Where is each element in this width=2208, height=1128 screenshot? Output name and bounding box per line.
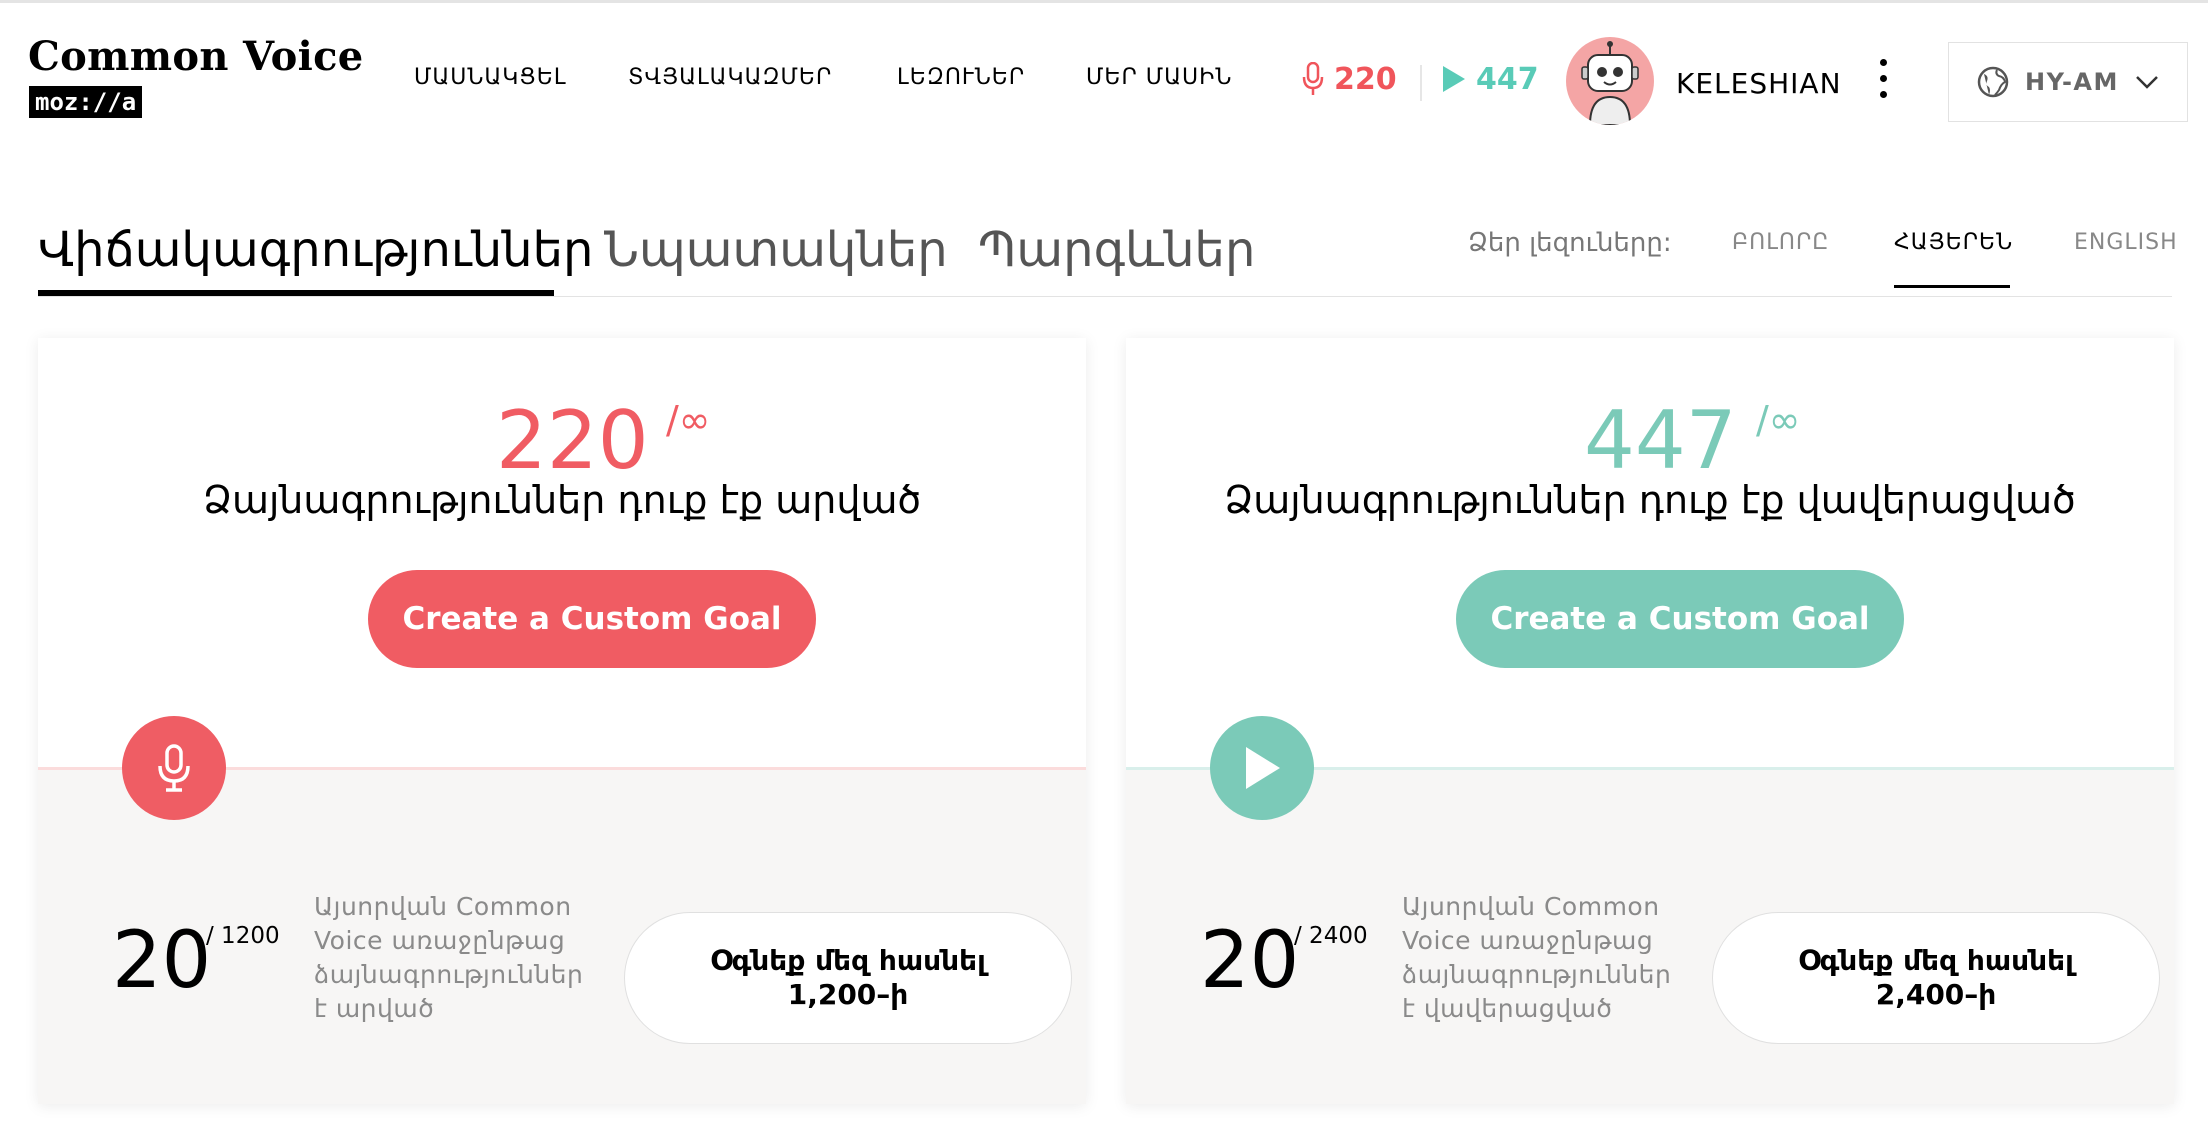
more-vertical-icon[interactable]: [1873, 59, 1893, 107]
record-button[interactable]: [122, 716, 226, 820]
recordings-goal: /∞: [666, 398, 711, 442]
help-reach-goal-button[interactable]: Օգնեք մեզ հասնել 2,400–ի: [1712, 912, 2160, 1044]
avatar[interactable]: [1566, 37, 1654, 125]
mozilla-logo[interactable]: moz://a: [29, 86, 143, 118]
help-button-line2: 2,400–ի: [1875, 978, 1997, 1011]
logo-title[interactable]: Common Voice: [28, 33, 364, 80]
nav-datasets[interactable]: ՏՎՅԱԼԱԿԱԶՄԵՐ: [628, 65, 832, 90]
robot-avatar-icon: [1581, 41, 1639, 125]
today-total: / 1200: [206, 923, 280, 949]
filter-all[interactable]: ԲՈԼՈՐԸ: [1732, 230, 1829, 255]
recordings-total: 220: [496, 394, 649, 487]
help-button-line1: Օգնեք մեզ հասնել: [710, 944, 986, 977]
validations-card: 447 /∞ Ձայնագրություններ դուք էք վավերաց…: [1126, 338, 2174, 1104]
chevron-down-icon: [2135, 76, 2158, 89]
today-description: Այսորվան Common Voice առաջընթաց ձայնագրո…: [314, 892, 584, 1023]
language-code: HY-AM: [2025, 68, 2119, 96]
header: Common Voice moz://a ՄԱՍՆԱԿՑԵԼ ՏՎՅԱԼԱԿԱԶ…: [0, 3, 2208, 153]
active-filter-indicator: [1894, 285, 2010, 288]
microphone-icon: [158, 744, 190, 792]
recordings-description: Ձայնագրություններ դուք էք արված: [202, 478, 922, 522]
create-goal-button[interactable]: Create a Custom Goal: [368, 570, 816, 668]
today-description: Այսորվան Common Voice առաջընթաց ձայնագրո…: [1402, 892, 1672, 1023]
validations-count[interactable]: 447: [1442, 59, 1539, 99]
help-button-line1: Օգնեք մեզ հասնել: [1798, 944, 2074, 977]
nav-languages[interactable]: ԼԵԶՈՒՆԵՐ: [897, 65, 1025, 90]
username[interactable]: KELESHIAN: [1676, 67, 1842, 100]
tab-bar-divider: [38, 296, 2172, 297]
tab-stats[interactable]: Վիճակագրություններ: [38, 222, 593, 278]
tab-awards[interactable]: Պարգևներ: [978, 222, 1255, 278]
today-count: 20: [112, 916, 212, 1006]
play-icon: [1443, 66, 1465, 92]
today-count: 20: [1200, 916, 1300, 1006]
nav-about[interactable]: ՄԵՐ ՄԱՍԻՆ: [1086, 65, 1232, 90]
validations-description: Ձայնագրություններ դուք էք վավերացված: [1224, 478, 2076, 522]
nav-speak[interactable]: ՄԱՍՆԱԿՑԵԼ: [414, 65, 567, 90]
language-selector[interactable]: HY-AM: [1948, 42, 2188, 122]
tab-goals[interactable]: Նպատակներ: [604, 222, 948, 278]
recordings-count[interactable]: 220: [1302, 59, 1397, 99]
today-total: / 2400: [1294, 923, 1368, 949]
filter-armenian[interactable]: ՀԱՅԵՐԵՆ: [1894, 230, 2013, 255]
validations-total: 447: [1584, 394, 1737, 487]
microphone-icon: [1302, 62, 1324, 95]
help-button-line2: 1,200–ի: [787, 978, 909, 1011]
play-button[interactable]: [1210, 716, 1314, 820]
validations-value: 447: [1476, 61, 1539, 97]
recordings-value: 220: [1334, 61, 1397, 97]
stats-divider: [1420, 65, 1422, 101]
create-goal-button[interactable]: Create a Custom Goal: [1456, 570, 1904, 668]
play-icon: [1246, 747, 1280, 789]
filter-english[interactable]: ENGLISH: [2074, 230, 2178, 255]
language-filter-label: Ձեր լեզուները:: [1468, 228, 1672, 258]
recordings-card: 220 /∞ Ձայնագրություններ դուք էք արված C…: [38, 338, 1086, 1104]
globe-icon: [1977, 66, 2009, 98]
help-reach-goal-button[interactable]: Օգնեք մեզ հասնել 1,200–ի: [624, 912, 1072, 1044]
validations-goal: /∞: [1756, 398, 1801, 442]
